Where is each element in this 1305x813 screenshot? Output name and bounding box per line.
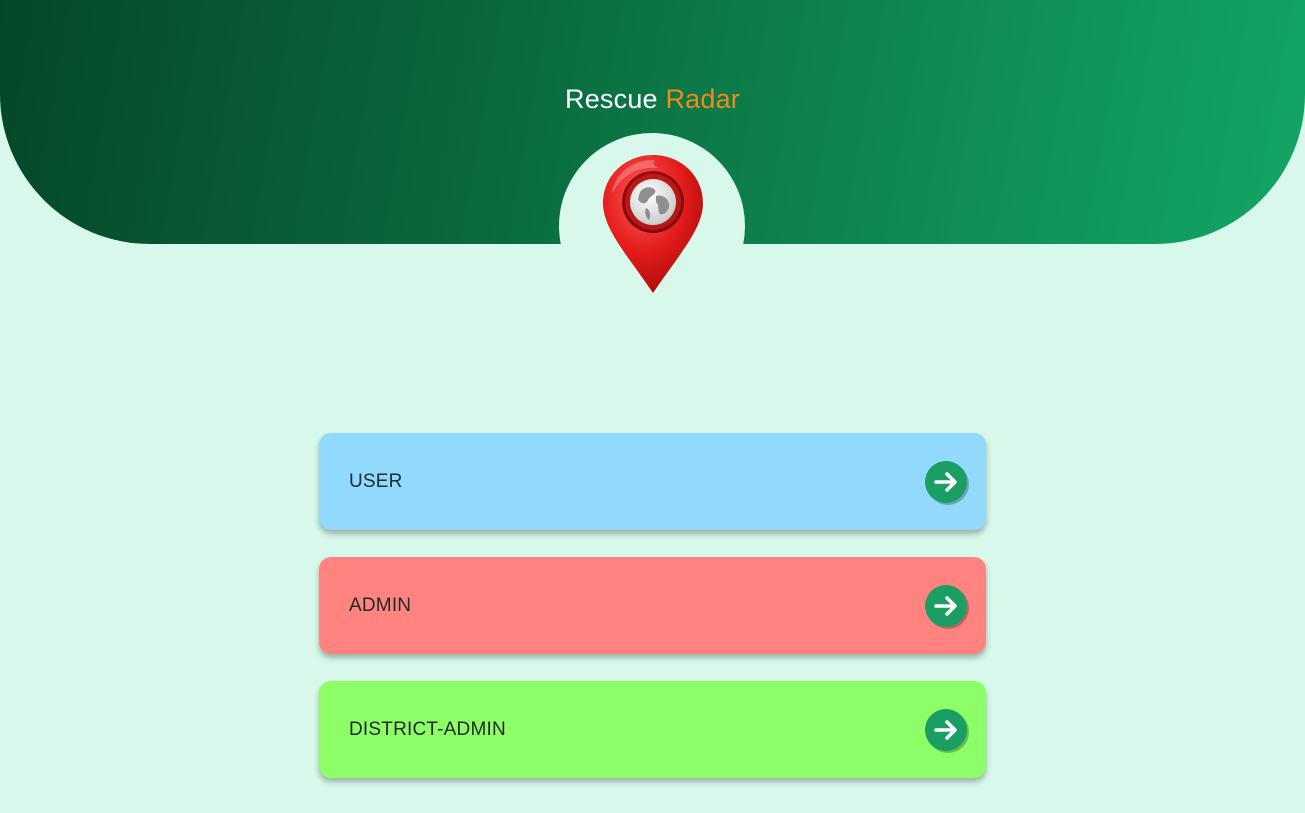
- app-title-part1: Rescue: [565, 84, 658, 114]
- map-pin-globe-icon: [603, 155, 703, 293]
- role-label: USER: [349, 470, 403, 492]
- role-card-user[interactable]: USER: [319, 433, 986, 530]
- app-title: Rescue Radar: [0, 84, 1305, 115]
- arrow-right-icon[interactable]: [922, 706, 970, 754]
- arrow-right-icon[interactable]: [922, 458, 970, 506]
- app-title-part2: Radar: [665, 84, 740, 114]
- role-card-district-admin[interactable]: DISTRICT-ADMIN: [319, 681, 986, 778]
- role-label: DISTRICT-ADMIN: [349, 718, 506, 740]
- login-page: Rescue Radar USER ADMIN DISTRICT-ADMIN: [0, 0, 1305, 813]
- role-label: ADMIN: [349, 594, 412, 616]
- arrow-right-icon[interactable]: [922, 582, 970, 630]
- role-card-admin[interactable]: ADMIN: [319, 557, 986, 654]
